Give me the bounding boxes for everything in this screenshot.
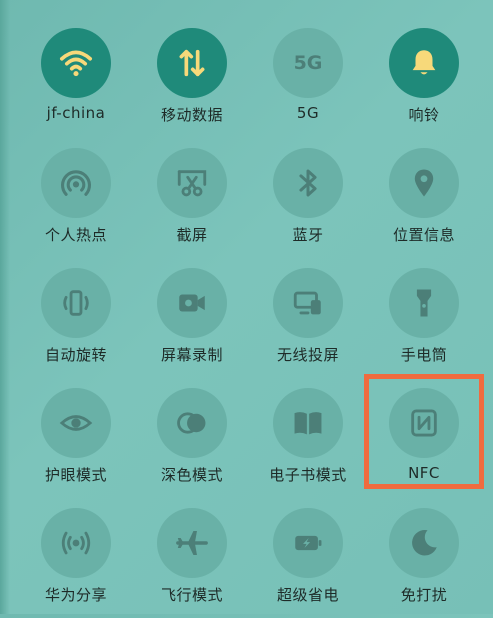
dark-mode-icon xyxy=(177,412,206,434)
tile-ring[interactable]: 响铃 xyxy=(366,28,482,138)
tile-screen-record[interactable]: 屏幕录制 xyxy=(134,268,250,378)
location-icon xyxy=(414,169,434,197)
eye-icon xyxy=(59,415,93,431)
tile-label: 飞行模式 xyxy=(160,586,223,604)
mobile-data-toggle[interactable] xyxy=(157,28,227,98)
tile-dark-mode[interactable]: 深色模式 xyxy=(134,388,250,498)
tile-label: 免打扰 xyxy=(400,586,448,604)
tile-label: 响铃 xyxy=(408,106,440,124)
tile-label: 护眼模式 xyxy=(44,466,107,484)
tile-label: 个人热点 xyxy=(44,226,107,244)
tile-label: 无线投屏 xyxy=(276,346,339,364)
tile-label: 位置信息 xyxy=(392,226,455,244)
wireless-cast-toggle[interactable] xyxy=(273,268,343,338)
bluetooth-toggle[interactable] xyxy=(273,148,343,218)
tile-label: 5G xyxy=(296,104,320,122)
airplane-icon xyxy=(176,530,208,556)
airplane-toggle[interactable] xyxy=(157,508,227,578)
auto-rotate-toggle[interactable] xyxy=(41,268,111,338)
ebook-icon xyxy=(294,412,322,435)
tile-location[interactable]: 位置信息 xyxy=(366,148,482,258)
ring-toggle[interactable] xyxy=(389,28,459,98)
dark-mode-toggle[interactable] xyxy=(157,388,227,458)
huawei-share-toggle[interactable] xyxy=(41,508,111,578)
tile-wifi[interactable]: jf-china xyxy=(18,28,134,138)
quick-settings-grid: jf-china 移动数据 5G 5G 响铃 个人热点 截屏 蓝牙 位置信息 自… xyxy=(0,0,493,614)
tile-huawei-share[interactable]: 华为分享 xyxy=(18,508,134,618)
screen-record-icon xyxy=(179,294,205,312)
mobile-data-icon xyxy=(179,49,205,77)
tile-label: 超级省电 xyxy=(276,586,339,604)
bell-icon xyxy=(412,50,436,75)
ebook-toggle[interactable] xyxy=(273,388,343,458)
tile-label: jf-china xyxy=(46,104,106,122)
cast-icon xyxy=(293,291,321,315)
tile-mobile-data[interactable]: 移动数据 xyxy=(134,28,250,138)
tile-eye-comfort[interactable]: 护眼模式 xyxy=(18,388,134,498)
share-icon xyxy=(61,531,91,555)
tile-hotspot[interactable]: 个人热点 xyxy=(18,148,134,258)
tile-super-power-saving[interactable]: 超级省电 xyxy=(250,508,366,618)
rotate-icon xyxy=(63,290,89,316)
screenshot-toggle[interactable] xyxy=(157,148,227,218)
tile-label: 屏幕录制 xyxy=(160,346,223,364)
eye-comfort-toggle[interactable] xyxy=(41,388,111,458)
tile-screenshot[interactable]: 截屏 xyxy=(134,148,250,258)
flashlight-icon xyxy=(416,289,432,317)
tile-label: 截屏 xyxy=(176,226,208,244)
nfc-highlight-frame xyxy=(364,374,484,489)
wifi-icon xyxy=(59,50,93,77)
tile-label: 移动数据 xyxy=(160,106,223,124)
screen-record-toggle[interactable] xyxy=(157,268,227,338)
tile-label: 深色模式 xyxy=(160,466,223,484)
tile-label: 蓝牙 xyxy=(292,226,324,244)
flashlight-toggle[interactable] xyxy=(389,268,459,338)
tile-label: 华为分享 xyxy=(44,586,107,604)
5g-toggle[interactable]: 5G xyxy=(273,28,343,98)
location-toggle[interactable] xyxy=(389,148,459,218)
hotspot-toggle[interactable] xyxy=(41,148,111,218)
tile-flashlight[interactable]: 手电筒 xyxy=(366,268,482,378)
tile-label: 自动旋转 xyxy=(44,346,107,364)
tile-bluetooth[interactable]: 蓝牙 xyxy=(250,148,366,258)
moon-icon xyxy=(412,529,437,556)
tile-auto-rotate[interactable]: 自动旋转 xyxy=(18,268,134,378)
tile-ebook[interactable]: 电子书模式 xyxy=(250,388,366,498)
hotspot-icon xyxy=(61,170,91,196)
tile-wireless-cast[interactable]: 无线投屏 xyxy=(250,268,366,378)
bluetooth-icon xyxy=(299,169,317,197)
super-power-saving-toggle[interactable] xyxy=(273,508,343,578)
tile-do-not-disturb[interactable]: 免打扰 xyxy=(366,508,482,618)
wifi-toggle[interactable] xyxy=(41,28,111,98)
tile-airplane[interactable]: 飞行模式 xyxy=(134,508,250,618)
tile-5g[interactable]: 5G 5G xyxy=(250,28,366,138)
battery-saver-icon xyxy=(295,535,322,551)
5g-icon: 5G xyxy=(293,52,323,74)
tile-label: 手电筒 xyxy=(400,346,448,364)
tile-label: 电子书模式 xyxy=(269,466,347,484)
screenshot-icon xyxy=(177,170,207,197)
do-not-disturb-toggle[interactable] xyxy=(389,508,459,578)
